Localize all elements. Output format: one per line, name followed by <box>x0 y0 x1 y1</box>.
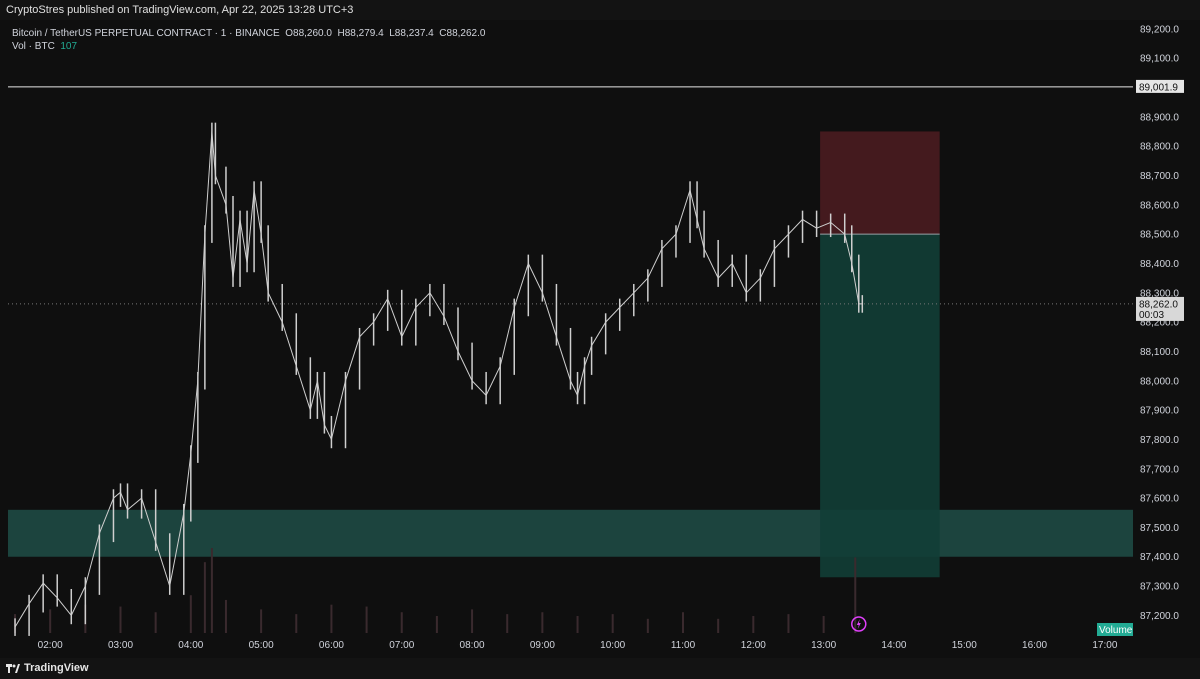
candle-countdown-label: 00:03 <box>1139 310 1164 321</box>
ohlc-low: L88,237.4 <box>389 28 434 39</box>
y-tick-label: 89,100.0 <box>1140 54 1179 65</box>
ohlc-close: C88,262.0 <box>439 28 486 39</box>
volume-bar <box>752 616 755 633</box>
price-chart[interactable]: 87,200.0 87,300.0 87,400.0 87,500.0 87,600.0… <box>0 20 1200 658</box>
y-tick-label: 88,000.0 <box>1140 376 1179 387</box>
y-tick-label: 87,400.0 <box>1140 552 1179 563</box>
y-tick-label: 88,100.0 <box>1140 347 1179 358</box>
lightning-icon-glyph <box>856 619 861 629</box>
volume-bar <box>435 616 438 633</box>
x-tick-label: 08:00 <box>460 640 485 651</box>
position-stop-area[interactable] <box>820 131 940 235</box>
volume-bar <box>787 614 790 633</box>
volume-bar <box>506 614 509 633</box>
y-tick-label: 87,600.0 <box>1140 494 1179 505</box>
y-tick-label: 88,800.0 <box>1140 142 1179 153</box>
x-tick-label: 15:00 <box>952 640 977 651</box>
volume-bar <box>400 612 403 633</box>
x-tick-label: 09:00 <box>530 640 555 651</box>
y-tick-label: 87,500.0 <box>1140 523 1179 534</box>
y-tick-label: 88,700.0 <box>1140 171 1179 182</box>
x-tick-label: 03:00 <box>108 640 133 651</box>
y-tick-label: 88,400.0 <box>1140 259 1179 270</box>
volume-bar <box>576 616 579 633</box>
chart-legend: Bitcoin / TetherUS PERPETUAL CONTRACT · … <box>12 27 485 53</box>
tradingview-logo-icon <box>6 663 20 673</box>
volume-bar <box>224 599 227 633</box>
volume-bar <box>154 612 157 633</box>
x-tick-label: 06:00 <box>319 640 344 651</box>
x-tick-label: 16:00 <box>1022 640 1047 651</box>
y-tick-label: 88,900.0 <box>1140 112 1179 123</box>
volume-bar <box>541 612 544 633</box>
y-tick-label: 87,300.0 <box>1140 582 1179 593</box>
position-target-area[interactable] <box>820 234 940 578</box>
x-tick-label: 12:00 <box>741 640 766 651</box>
volume-bar <box>611 614 614 633</box>
y-tick-label: 87,700.0 <box>1140 464 1179 475</box>
symbol-name[interactable]: Bitcoin / TetherUS PERPETUAL CONTRACT · … <box>12 28 280 39</box>
volume-bar <box>365 606 368 633</box>
x-tick-label: 17:00 <box>1092 640 1117 651</box>
x-tick-label: 05:00 <box>249 640 274 651</box>
volume-bar <box>854 557 857 633</box>
y-tick-label: 88,500.0 <box>1140 230 1179 241</box>
volume-bar <box>295 614 298 633</box>
brand-name: TradingView <box>24 662 89 674</box>
x-tick-label: 10:00 <box>600 640 625 651</box>
published-bar: CryptoStres published on TradingView.com… <box>0 0 1200 20</box>
volume-bar <box>646 618 649 633</box>
y-tick-label: 87,900.0 <box>1140 406 1179 417</box>
volume-bar <box>210 548 213 633</box>
volume-bar <box>203 562 206 633</box>
x-tick-label: 04:00 <box>178 640 203 651</box>
volume-bar <box>260 609 263 633</box>
tradingview-logo[interactable]: TradingView <box>6 658 89 679</box>
y-tick-label: 87,200.0 <box>1140 611 1179 622</box>
volume-bar <box>822 616 825 633</box>
volume-bar <box>471 609 474 633</box>
volume-bar <box>119 606 122 633</box>
y-tick-label: 88,600.0 <box>1140 200 1179 211</box>
x-tick-label: 07:00 <box>389 640 414 651</box>
published-text: CryptoStres published on TradingView.com… <box>6 4 354 16</box>
level-price-label: 89,001.9 <box>1139 82 1178 93</box>
ohlc-high: H88,279.4 <box>337 28 384 39</box>
y-tick-label: 89,200.0 <box>1140 24 1179 35</box>
x-tick-label: 14:00 <box>881 640 906 651</box>
symbol-line: Bitcoin / TetherUS PERPETUAL CONTRACT · … <box>12 27 485 40</box>
volume-bar <box>49 609 52 633</box>
volume-value: 107 <box>60 41 78 52</box>
volume-bar <box>189 595 192 633</box>
volume-bar <box>682 612 684 633</box>
x-tick-label: 11:00 <box>671 640 696 651</box>
y-tick-label: 87,800.0 <box>1140 435 1179 446</box>
ohlc-open: O88,260.0 <box>285 28 332 39</box>
x-tick-label: 13:00 <box>811 640 836 651</box>
footer-bar: TradingView <box>0 658 1200 679</box>
volume-bar <box>717 618 720 633</box>
volume-bar <box>330 604 333 633</box>
volume-label[interactable]: Vol · BTC <box>12 41 55 52</box>
current-price-label: 88,262.0 <box>1139 299 1178 310</box>
x-tick-label: 02:00 <box>38 640 63 651</box>
volume-pane-label: Volume <box>1099 625 1133 636</box>
volume-line: Vol · BTC 107 <box>12 40 485 53</box>
